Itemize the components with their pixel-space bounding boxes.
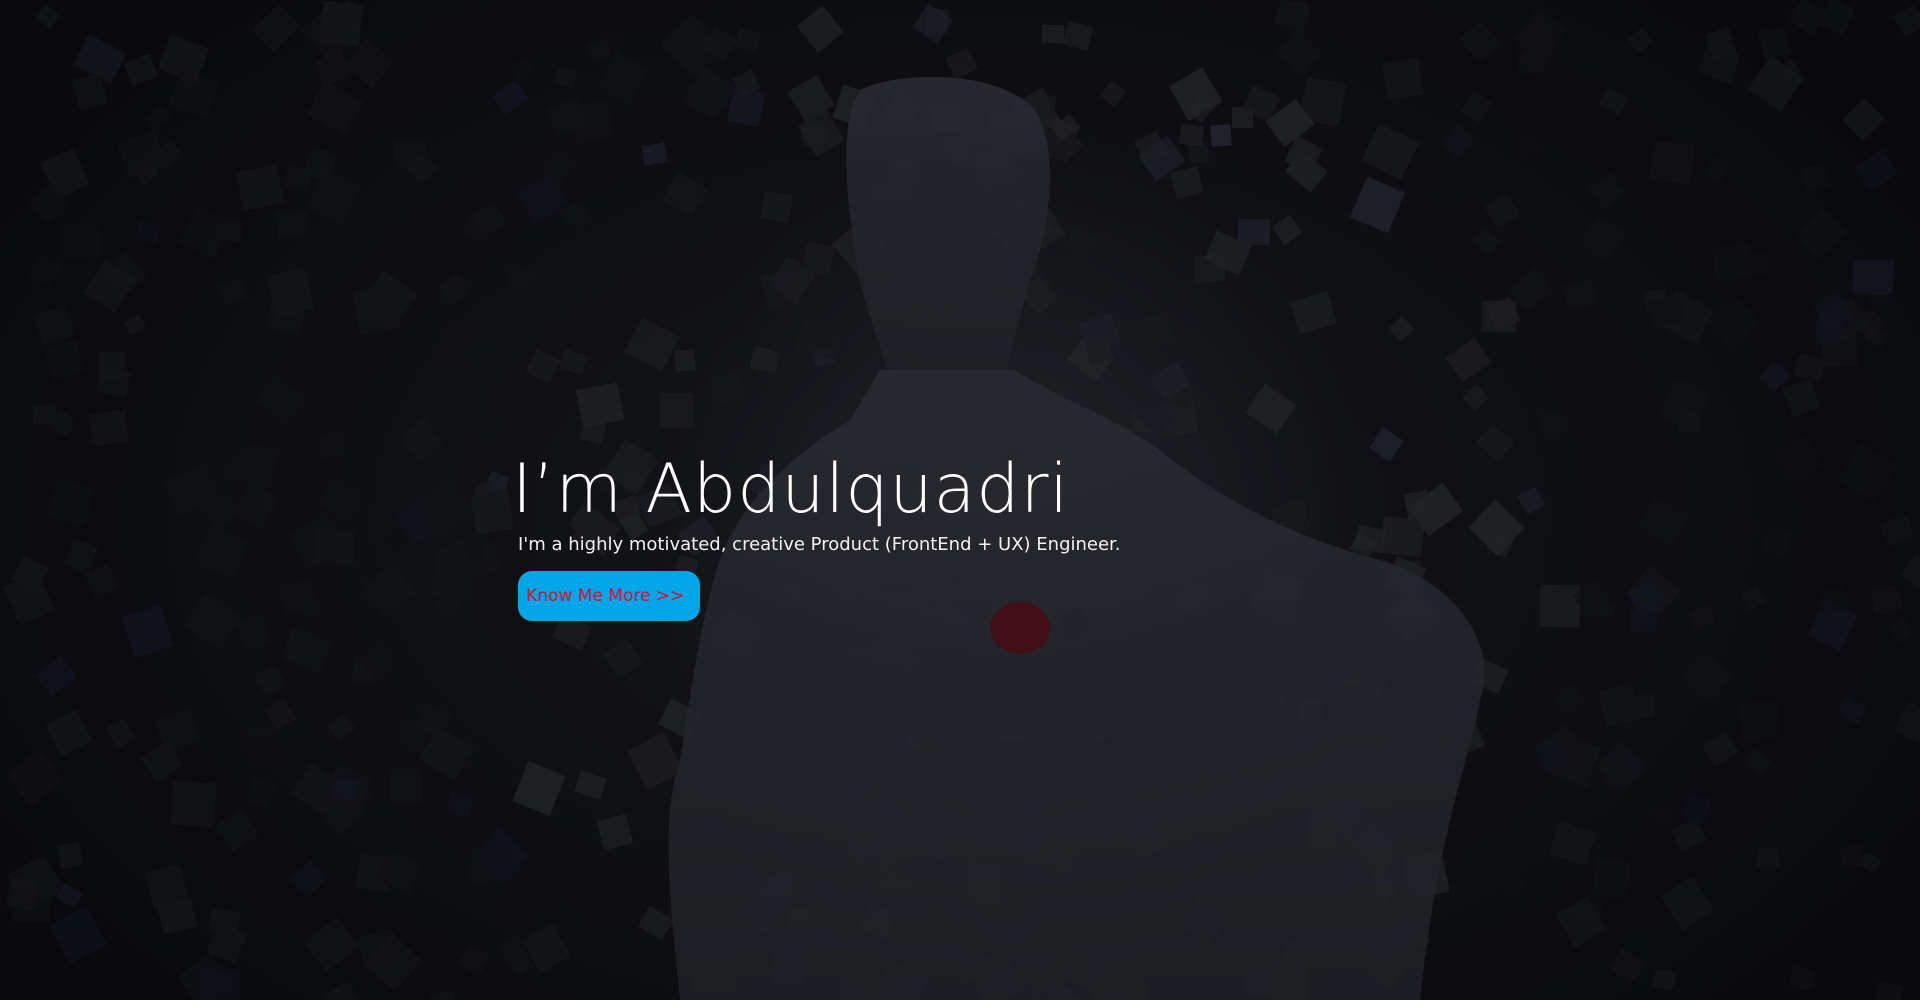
know-me-more-button[interactable]: Know Me More >> — [518, 571, 701, 621]
hero-section: I’m Abdulquadri I'm a highly motivated, … — [0, 0, 1920, 1000]
hero-content: I’m Abdulquadri I'm a highly motivated, … — [512, 452, 1121, 621]
hero-tagline: I'm a highly motivated, creative Product… — [518, 534, 1121, 555]
hero-headline: I’m Abdulquadri — [512, 450, 1070, 529]
